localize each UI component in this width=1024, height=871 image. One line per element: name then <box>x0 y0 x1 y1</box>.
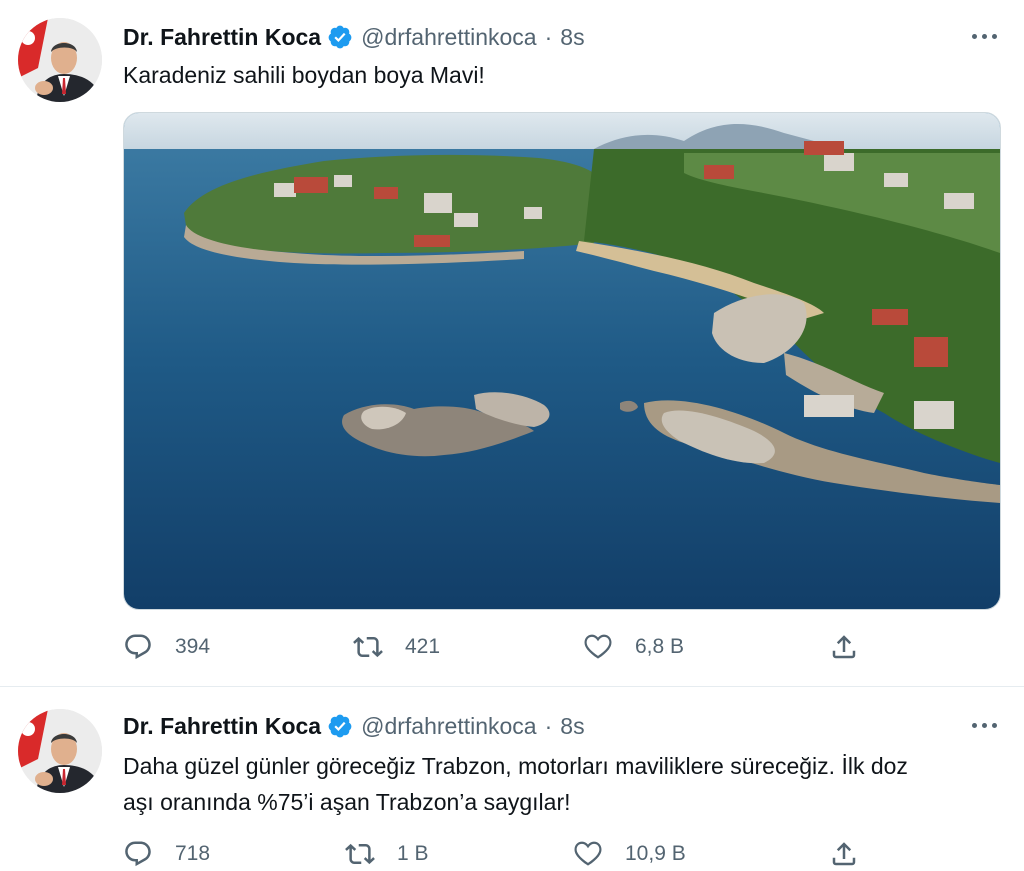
coastal-bay-photo <box>124 113 1000 609</box>
tweet-text-line: Karadeniz sahili boydan boya Mavi! <box>123 62 485 88</box>
retweet-button[interactable]: 421 <box>353 630 440 664</box>
tweet-header: Dr. Fahrettin Koca @drfahrettinkoca · 8s <box>123 711 585 741</box>
like-count: 10,9 B <box>625 842 686 865</box>
avatar[interactable] <box>18 18 102 102</box>
separator-dot: · <box>544 712 553 739</box>
tweet-header: Dr. Fahrettin Koca @drfahrettinkoca · 8s <box>123 22 585 52</box>
more-options-icon[interactable] <box>970 26 1000 46</box>
share-icon <box>832 635 856 659</box>
tweet[interactable]: Dr. Fahrettin Koca @drfahrettinkoca · 8s… <box>0 687 1024 867</box>
author-name[interactable]: Dr. Fahrettin Koca <box>123 713 321 740</box>
like-button[interactable]: 6,8 B <box>583 630 684 664</box>
reply-button[interactable]: 394 <box>123 630 210 664</box>
timestamp[interactable]: 8s <box>560 713 584 740</box>
reply-icon <box>125 634 151 660</box>
like-count: 6,8 B <box>635 635 685 658</box>
timestamp[interactable]: 8s <box>560 24 584 51</box>
retweet-icon <box>345 843 375 865</box>
reply-count: 718 <box>175 842 211 865</box>
tweet[interactable]: Dr. Fahrettin Koca @drfahrettinkoca · 8s… <box>0 0 1024 687</box>
verified-badge-icon <box>328 714 352 738</box>
like-icon <box>574 841 602 866</box>
tweet-text-line: aşı oranında %75’i aşan Trabzon’a saygıl… <box>123 789 571 815</box>
separator-dot: · <box>544 23 553 50</box>
retweet-icon <box>353 636 383 658</box>
author-handle[interactable]: @drfahrettinkoca <box>361 713 537 740</box>
tweet-text: Karadeniz sahili boydan boya Mavi! <box>123 57 1003 93</box>
tweet-actions: 394 421 6,8 B <box>123 630 863 664</box>
tweet-text: Daha güzel günler göreceğiz Trabzon, mot… <box>123 748 1003 820</box>
verified-badge-icon <box>328 25 352 49</box>
retweet-count: 421 <box>405 635 441 658</box>
share-button[interactable] <box>829 630 859 664</box>
retweet-count: 1 B <box>397 842 429 865</box>
tweet-image[interactable] <box>123 112 1001 610</box>
reply-icon <box>125 841 151 867</box>
author-handle[interactable]: @drfahrettinkoca <box>361 24 537 51</box>
tweet-text-line: Daha güzel günler göreceğiz Trabzon, mot… <box>123 753 908 779</box>
like-icon <box>584 634 612 659</box>
more-options-icon[interactable] <box>970 715 1000 735</box>
avatar[interactable] <box>18 709 102 793</box>
reply-count: 394 <box>175 635 211 658</box>
share-icon <box>832 842 856 866</box>
author-name[interactable]: Dr. Fahrettin Koca <box>123 24 321 51</box>
